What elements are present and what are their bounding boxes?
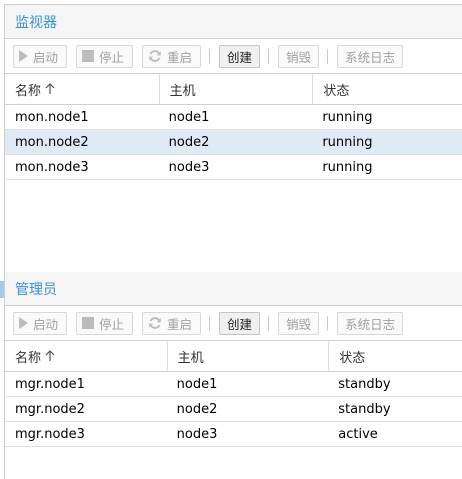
column-header-host[interactable]: 主机 bbox=[166, 341, 329, 371]
column-header-name[interactable]: 名称 bbox=[5, 74, 159, 104]
create-label: 创建 bbox=[227, 49, 253, 65]
stop-button[interactable]: 停止 bbox=[76, 311, 134, 335]
stop-label: 停止 bbox=[99, 316, 125, 332]
cell-name: mgr.node1 bbox=[15, 376, 85, 392]
table-row[interactable]: mon.node1 node1 running bbox=[5, 105, 462, 130]
managers-toolbar: 启动 停止 重启 创建 销毁 系统日志 bbox=[5, 306, 462, 341]
monitors-toolbar: 启动 停止 重启 创建 销毁 系统日志 bbox=[5, 39, 462, 74]
column-header-name[interactable]: 名称 bbox=[5, 341, 167, 371]
syslog-button[interactable]: 系统日志 bbox=[337, 311, 404, 335]
cell-name: mon.node1 bbox=[15, 109, 89, 125]
cell-status: active bbox=[338, 426, 378, 442]
cell-host: node2 bbox=[176, 401, 218, 417]
cell-status: running bbox=[322, 159, 373, 175]
cell-status: standby bbox=[338, 376, 391, 392]
start-button[interactable]: 启动 bbox=[13, 311, 68, 335]
stop-icon bbox=[82, 50, 95, 62]
cell-host: node3 bbox=[176, 426, 218, 442]
managers-grid-header: 名称 主机 状态 bbox=[5, 341, 462, 372]
cell-status: running bbox=[322, 109, 373, 125]
create-button[interactable]: 创建 bbox=[219, 311, 261, 335]
syslog-button[interactable]: 系统日志 bbox=[337, 44, 404, 68]
column-header-status[interactable]: 状态 bbox=[328, 341, 462, 371]
monitors-title: 监视器 bbox=[15, 14, 57, 31]
table-row[interactable]: mgr.node2 node2 standby bbox=[5, 397, 462, 422]
cell-host: node1 bbox=[168, 109, 210, 125]
refresh-icon bbox=[148, 316, 162, 330]
cell-host: node2 bbox=[168, 134, 210, 150]
refresh-icon bbox=[148, 49, 162, 63]
create-label: 创建 bbox=[227, 316, 253, 332]
monitors-grid-header: 名称 主机 状态 bbox=[5, 74, 462, 105]
toolbar-separator bbox=[327, 48, 329, 64]
cell-status: running bbox=[322, 134, 373, 150]
column-header-host[interactable]: 主机 bbox=[158, 74, 313, 104]
toolbar-separator bbox=[268, 315, 270, 331]
cell-host: node3 bbox=[168, 159, 210, 175]
destroy-button[interactable]: 销毁 bbox=[278, 44, 320, 68]
table-row[interactable]: mgr.node1 node1 standby bbox=[5, 372, 462, 397]
restart-label: 重启 bbox=[167, 316, 193, 332]
cell-host: node1 bbox=[176, 376, 218, 392]
managers-title: 管理员 bbox=[15, 281, 57, 298]
syslog-label: 系统日志 bbox=[345, 49, 396, 65]
managers-panel: 管理员 启动 停止 重启 创建 销毁 系统日志 名称 主机 状态 mgr.nod… bbox=[4, 272, 462, 479]
play-icon bbox=[19, 50, 28, 62]
table-row[interactable]: mgr.node3 node3 active bbox=[5, 422, 462, 447]
play-icon bbox=[19, 317, 28, 329]
destroy-button[interactable]: 销毁 bbox=[278, 311, 320, 335]
restart-button[interactable]: 重启 bbox=[142, 44, 202, 68]
cell-name: mgr.node2 bbox=[15, 401, 85, 417]
table-row[interactable]: mon.node3 node3 running bbox=[5, 155, 462, 180]
stop-label: 停止 bbox=[99, 49, 125, 65]
start-label: 启动 bbox=[33, 316, 59, 332]
sort-ascending-icon bbox=[45, 350, 55, 362]
cell-status: standby bbox=[338, 401, 391, 417]
destroy-label: 销毁 bbox=[286, 49, 312, 65]
syslog-label: 系统日志 bbox=[345, 316, 396, 332]
monitors-title-bar: 监视器 bbox=[5, 5, 462, 39]
toolbar-separator bbox=[209, 48, 211, 64]
monitors-panel: 监视器 启动 停止 重启 创建 销毁 系统日志 名称 主机 状态 mon.nod… bbox=[4, 4, 462, 272]
column-header-status[interactable]: 状态 bbox=[312, 74, 462, 104]
start-button[interactable]: 启动 bbox=[13, 44, 68, 68]
start-label: 启动 bbox=[33, 49, 59, 65]
toolbar-separator bbox=[327, 315, 329, 331]
create-button[interactable]: 创建 bbox=[219, 44, 261, 68]
destroy-label: 销毁 bbox=[286, 316, 312, 332]
managers-title-bar: 管理员 bbox=[5, 272, 462, 306]
toolbar-separator bbox=[209, 315, 211, 331]
cell-name: mon.node2 bbox=[15, 134, 89, 150]
cell-name: mgr.node3 bbox=[15, 426, 85, 442]
sort-ascending-icon bbox=[45, 83, 55, 95]
toolbar-separator bbox=[268, 48, 270, 64]
stop-icon bbox=[82, 317, 95, 329]
stop-button[interactable]: 停止 bbox=[76, 44, 134, 68]
restart-button[interactable]: 重启 bbox=[142, 311, 202, 335]
cell-name: mon.node3 bbox=[15, 159, 89, 175]
restart-label: 重启 bbox=[167, 49, 193, 65]
table-row-selected[interactable]: mon.node2 node2 running bbox=[5, 130, 462, 155]
